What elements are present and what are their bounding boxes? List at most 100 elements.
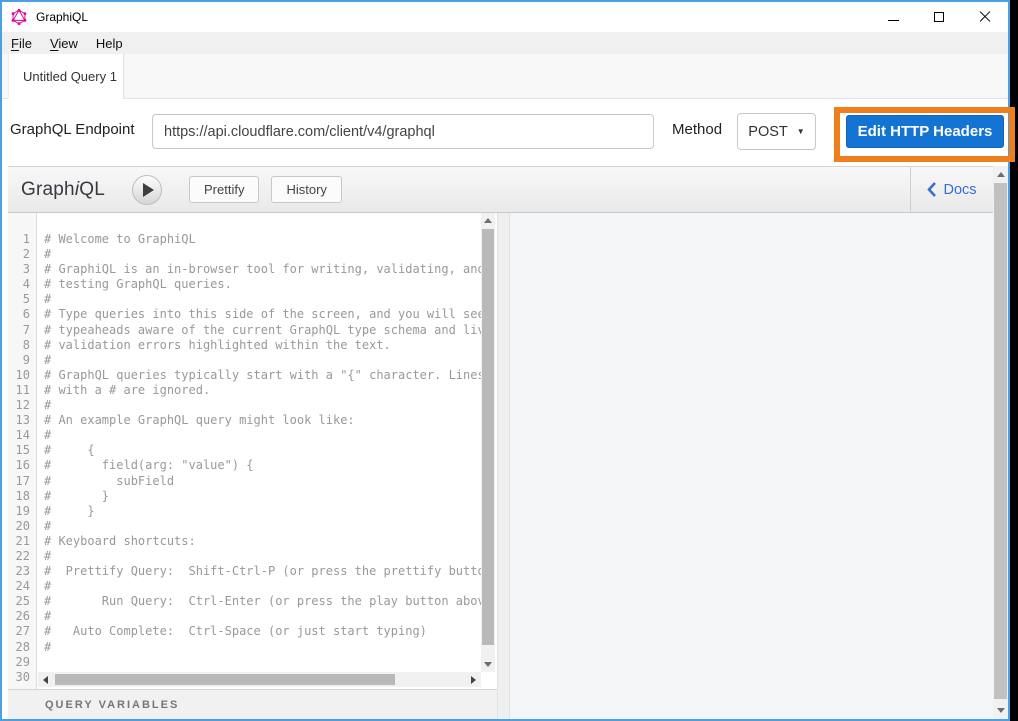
editor-gutter: 1234567891011121314151617181920212223242… — [8, 213, 37, 689]
line-number: 10 — [8, 368, 36, 383]
scroll-up-icon[interactable] — [484, 218, 492, 223]
line-number: 23 — [8, 564, 36, 579]
line-number: 8 — [8, 338, 36, 353]
prettify-label: Prettify — [204, 182, 244, 197]
window-title: GraphiQL — [36, 10, 88, 24]
tab-bar: Untitled Query 1 — [2, 54, 1008, 99]
editor-code[interactable]: # Welcome to GraphiQL## GraphiQL is an i… — [38, 213, 481, 672]
minimize-icon — [888, 20, 899, 21]
line-number: 27 — [8, 624, 36, 639]
code-line: # — [44, 519, 481, 534]
tab-untitled-query-1[interactable]: Untitled Query 1 — [8, 54, 124, 99]
code-line: # validation errors highlighted within t… — [44, 338, 481, 353]
code-line: # } — [44, 489, 481, 504]
edit-http-headers-button[interactable]: Edit HTTP Headers — [846, 115, 1004, 148]
scroll-down-icon[interactable] — [997, 708, 1005, 713]
app-window: GraphiQL File View Help Untitled Query 1… — [0, 0, 1010, 721]
code-line: # — [44, 640, 481, 655]
line-number: 9 — [8, 353, 36, 368]
minimize-button[interactable] — [870, 2, 916, 32]
editor-horizontal-scrollbar[interactable] — [38, 672, 481, 687]
chevron-left-icon — [927, 182, 936, 197]
menu-item-help[interactable]: Help — [87, 32, 132, 54]
chevron-down-icon: ▼ — [797, 127, 805, 136]
menu-label: iew — [58, 36, 78, 51]
line-number: 5 — [8, 292, 36, 307]
result-pane — [510, 213, 993, 719]
code-line: # — [44, 247, 481, 262]
line-number: 11 — [8, 383, 36, 398]
line-number: 14 — [8, 428, 36, 443]
scroll-left-icon[interactable] — [43, 676, 48, 684]
code-line: # — [44, 579, 481, 594]
code-line: # — [44, 353, 481, 368]
code-line: # subField — [44, 474, 481, 489]
graphiql-toolbar: GraphiQL Prettify History Docs — [8, 166, 993, 213]
editor-vscroll-thumb[interactable] — [482, 229, 494, 645]
query-variables-bar[interactable]: QUERY VARIABLES — [8, 689, 497, 719]
query-variables-title: QUERY VARIABLES — [45, 699, 179, 711]
code-line: # typeaheads aware of the current GraphQ… — [44, 323, 481, 338]
close-icon — [979, 11, 991, 23]
code-line: # } — [44, 504, 481, 519]
line-number: 22 — [8, 549, 36, 564]
endpoint-label: GraphQL Endpoint — [10, 121, 135, 138]
scroll-down-icon[interactable] — [484, 662, 492, 667]
code-line: # Keyboard shortcuts: — [44, 534, 481, 549]
line-number: 25 — [8, 594, 36, 609]
play-icon — [143, 183, 154, 197]
code-line: # An example GraphQL query might look li… — [44, 413, 481, 428]
line-number: 4 — [8, 277, 36, 292]
line-number: 13 — [8, 413, 36, 428]
pane-divider[interactable] — [497, 213, 510, 719]
window-controls — [870, 2, 1008, 32]
prettify-button[interactable]: Prettify — [189, 176, 259, 203]
scroll-right-icon[interactable] — [471, 676, 476, 684]
line-number: 16 — [8, 458, 36, 473]
editor-vertical-scrollbar[interactable] — [481, 213, 495, 672]
line-number: 18 — [8, 489, 36, 504]
main-panes: 1234567891011121314151617181920212223242… — [2, 213, 1008, 719]
code-line: # Run Query: Ctrl-Enter (or press the pl… — [44, 594, 481, 609]
endpoint-row: GraphQL Endpoint Method POST ▼ Edit HTTP… — [2, 99, 1008, 166]
history-label: History — [286, 182, 326, 197]
maximize-button[interactable] — [916, 2, 962, 32]
code-line: # with a # are ignored. — [44, 383, 481, 398]
method-value: POST — [748, 124, 787, 140]
history-button[interactable]: History — [271, 176, 341, 203]
code-line: # — [44, 292, 481, 307]
editor-hscroll-thumb[interactable] — [55, 674, 395, 685]
method-label: Method — [672, 121, 722, 138]
query-editor-pane[interactable]: 1234567891011121314151617181920212223242… — [8, 213, 497, 719]
docs-toggle[interactable]: Docs — [910, 167, 993, 212]
line-number: 28 — [8, 640, 36, 655]
line-number: 19 — [8, 504, 36, 519]
graphql-logo-icon — [11, 9, 27, 25]
code-line: # Prettify Query: Shift-Ctrl-P (or press… — [44, 564, 481, 579]
app-scrollbar[interactable] — [993, 166, 1008, 719]
close-button[interactable] — [962, 2, 1008, 32]
code-line: # GraphQL queries typically start with a… — [44, 368, 481, 383]
execute-query-button[interactable] — [132, 175, 162, 205]
tab-label: Untitled Query 1 — [23, 69, 117, 84]
code-line: # field(arg: "value") { — [44, 458, 481, 473]
menu-bar: File View Help — [2, 32, 1008, 54]
line-number: 21 — [8, 534, 36, 549]
app-scroll-thumb[interactable] — [994, 183, 1007, 699]
menu-item-view[interactable]: View — [41, 32, 87, 54]
line-number: 2 — [8, 247, 36, 262]
endpoint-url-input[interactable] — [152, 114, 654, 149]
scroll-up-icon[interactable] — [997, 172, 1005, 177]
code-line: # Type queries into this side of the scr… — [44, 307, 481, 322]
line-number: 7 — [8, 323, 36, 338]
menu-accesskey: F — [11, 36, 19, 51]
line-number: 24 — [8, 579, 36, 594]
line-number: 1 — [8, 232, 36, 247]
code-line: # GraphiQL is an in-browser tool for wri… — [44, 262, 481, 277]
code-line: # — [44, 609, 481, 624]
menu-item-file[interactable]: File — [2, 32, 41, 54]
edit-http-headers-label: Edit HTTP Headers — [858, 123, 993, 140]
code-line: # testing GraphQL queries. — [44, 277, 481, 292]
method-select[interactable]: POST ▼ — [737, 113, 816, 150]
code-line: # Welcome to GraphiQL — [44, 232, 481, 247]
